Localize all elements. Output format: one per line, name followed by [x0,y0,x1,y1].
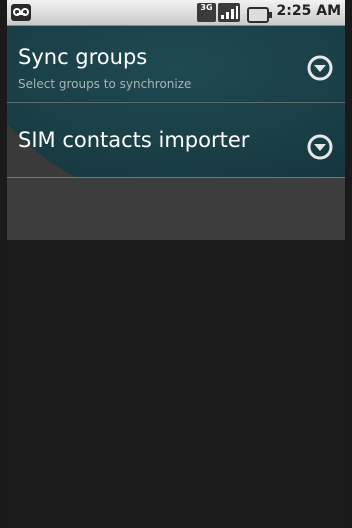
list-item-title: SIM contacts importer [18,128,250,152]
settings-list: Sync groups Select groups to synchronize… [7,26,345,240]
list-item-sync-groups[interactable]: Sync groups Select groups to synchronize [7,26,345,103]
list-item-title: Sync groups [18,45,148,69]
empty-content-area [7,240,345,528]
chevron-down-circle-icon[interactable] [307,134,333,160]
list-item-subtitle: Select groups to synchronize [18,77,192,91]
battery-icon [247,7,272,23]
list-item-sim-contacts-importer[interactable]: SIM contacts importer [7,103,345,178]
network-label: 3G [200,3,213,12]
status-bar: 3G 2:25 AM [7,0,345,26]
status-time: 2:25 AM [276,3,341,19]
phone-screen: 3G 2:25 AM Sync groups Select groups to … [7,0,345,528]
3g-icon: 3G [197,3,216,22]
signal-icon [218,3,240,22]
list-empty-area [7,178,345,240]
chevron-down-circle-icon[interactable] [307,55,333,81]
voicemail-icon [11,4,31,21]
